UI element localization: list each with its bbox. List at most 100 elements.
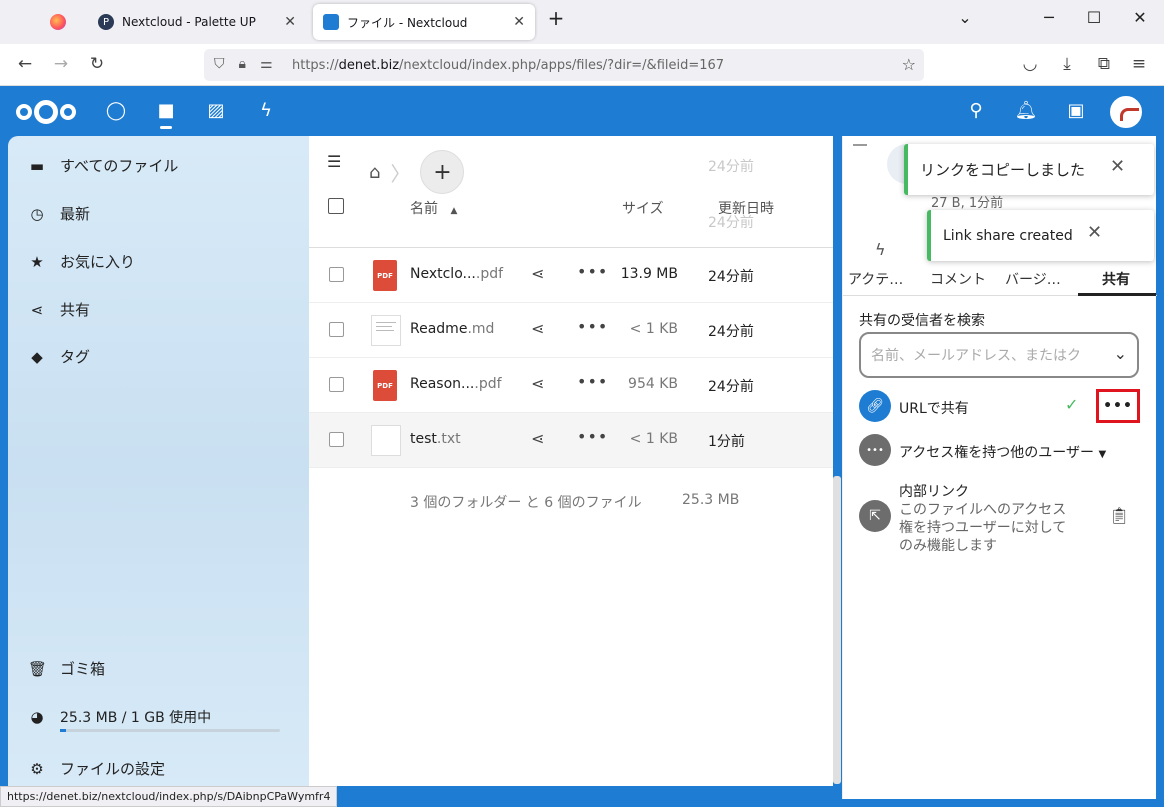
- new-tab-button[interactable]: +: [541, 6, 571, 30]
- column-size[interactable]: サイズ: [622, 198, 664, 218]
- close-icon[interactable]: ✕: [513, 14, 525, 30]
- close-icon[interactable]: ✕: [1110, 156, 1125, 177]
- dashboard-icon[interactable]: ◯: [104, 100, 128, 121]
- close-icon[interactable]: ✕: [284, 14, 296, 30]
- internal-link-title: 内部リンク: [899, 484, 969, 500]
- nav-recent[interactable]: ◷ 最新: [28, 203, 90, 224]
- pocket-icon[interactable]: ◡: [1018, 54, 1042, 74]
- nextcloud-logo[interactable]: [16, 100, 76, 124]
- chevron-down-icon[interactable]: ⌄: [1114, 344, 1127, 363]
- others-access-toggle[interactable]: アクセス権を持つ他のユーザー ▼: [899, 442, 1106, 462]
- quota-fill: [60, 729, 66, 732]
- drag-handle[interactable]: [853, 144, 867, 146]
- tab-palette-up[interactable]: P Nextcloud - Palette UP ✕: [88, 4, 306, 40]
- share-icon[interactable]: ⋖: [531, 319, 544, 338]
- url-path: /nextcloud/index.php/apps/files/?dir=/&f…: [399, 57, 725, 73]
- more-actions-icon[interactable]: •••: [577, 262, 608, 281]
- file-name[interactable]: Nextclo....pdf: [410, 266, 503, 282]
- more-actions-icon[interactable]: •••: [577, 372, 608, 391]
- table-row[interactable]: test.txt ⋖ ••• < 1 KB 1分前: [309, 413, 833, 468]
- tab-files[interactable]: ファイル - Nextcloud ✕: [313, 4, 535, 40]
- row-checkbox[interactable]: [329, 377, 344, 392]
- lock-icon[interactable]: 🔒︎: [239, 56, 246, 72]
- file-name[interactable]: Readme.md: [410, 321, 494, 337]
- row-checkbox[interactable]: [329, 432, 344, 447]
- file-name[interactable]: test.txt: [410, 431, 461, 447]
- files-app-icon[interactable]: ■: [154, 100, 178, 121]
- row-checkbox[interactable]: [329, 322, 344, 337]
- search-icon[interactable]: ⚲: [964, 100, 988, 121]
- extensions-icon[interactable]: ⧉: [1092, 54, 1116, 74]
- file-size: 954 KB: [628, 376, 678, 392]
- home-icon[interactable]: ⌂: [369, 162, 380, 183]
- url-prefix: https://: [292, 57, 339, 73]
- column-name[interactable]: 名前 ▲: [410, 198, 457, 218]
- toast-text: リンクをコピーしました: [920, 161, 1086, 179]
- share-icon[interactable]: ⋖: [531, 264, 544, 283]
- table-row[interactable]: PDF Reason....pdf ⋖ ••• 954 KB 24分前: [309, 358, 833, 413]
- toggle-navigation-icon[interactable]: ☰: [327, 152, 341, 171]
- quota-text: 25.3 MB / 1 GB 使用中: [60, 710, 212, 726]
- details-tabs: アクテ… コメント バージ… 共有: [843, 266, 1157, 296]
- row-checkbox[interactable]: [329, 267, 344, 282]
- url-bar[interactable]: ⛉ 🔒︎ ⚌ https://denet.biz/nextcloud/index…: [204, 49, 924, 81]
- bookmark-star-icon[interactable]: ☆: [902, 55, 916, 74]
- avatar[interactable]: [1110, 96, 1142, 128]
- share-search-input[interactable]: 名前、メールアドレス、またはク ⌄: [859, 332, 1139, 378]
- contacts-icon[interactable]: ▣: [1064, 100, 1088, 121]
- download-icon[interactable]: ⤓: [1055, 54, 1079, 74]
- share-more-actions-button[interactable]: •••: [1096, 389, 1140, 423]
- minimize-button[interactable]: ─: [1034, 8, 1064, 27]
- table-row[interactable]: Readme.md ⋖ ••• < 1 KB 24分前: [309, 303, 833, 358]
- nav-label: お気に入り: [60, 253, 136, 271]
- nav-all-files[interactable]: ▬ すべてのファイル: [28, 155, 178, 176]
- shield-icon[interactable]: ⛉: [214, 56, 225, 72]
- back-icon[interactable]: ←: [13, 54, 37, 74]
- tab-comments[interactable]: コメント: [930, 269, 986, 289]
- firefox-tab[interactable]: [40, 4, 84, 40]
- details-sidebar: 27 B, 1分前 リンクをコピーしました ✕ Link share creat…: [842, 136, 1157, 799]
- activity-icon[interactable]: ϟ: [254, 100, 278, 121]
- nav-tags[interactable]: ◆ タグ: [28, 346, 90, 367]
- notifications-icon[interactable]: 🔔︎: [1014, 100, 1038, 121]
- file-date: 24分前: [708, 269, 754, 285]
- document-thumbnail-icon: [371, 315, 401, 346]
- column-modified[interactable]: 更新日時: [718, 198, 774, 218]
- star-icon: ★: [30, 252, 44, 271]
- menu-icon[interactable]: ≡: [1127, 54, 1151, 74]
- reload-icon[interactable]: ↻: [85, 54, 109, 74]
- clipboard-icon[interactable]: 📋︎: [1109, 506, 1129, 525]
- nav-trash[interactable]: 🗑︎ ゴミ箱: [28, 658, 105, 679]
- close-icon[interactable]: ✕: [1087, 222, 1102, 243]
- more-actions-icon[interactable]: •••: [577, 317, 608, 336]
- nav-shares[interactable]: ⋖ 共有: [28, 299, 90, 320]
- link-status-bar: https://denet.biz/nextcloud/index.php/s/…: [0, 786, 338, 807]
- maximize-button[interactable]: ☐: [1079, 8, 1109, 27]
- tab-list-icon[interactable]: ⌄: [950, 8, 980, 27]
- tab-versions[interactable]: バージ…: [1005, 269, 1061, 289]
- table-row[interactable]: PDF Nextclo....pdf ⋖ ••• 13.9 MB 24分前: [309, 248, 833, 303]
- column-name-label: 名前: [410, 201, 438, 217]
- select-all-checkbox[interactable]: [328, 198, 344, 214]
- new-file-button[interactable]: +: [420, 150, 465, 194]
- more-actions-icon[interactable]: •••: [577, 427, 608, 446]
- nav-label: 最新: [60, 205, 91, 223]
- tab-sharing[interactable]: 共有: [1102, 269, 1130, 289]
- nav-label: すべてのファイル: [60, 157, 179, 175]
- photos-icon[interactable]: ▨: [204, 100, 228, 121]
- nav-files-settings[interactable]: ⚙ ファイルの設定: [28, 758, 165, 779]
- gear-icon: ⚙: [30, 759, 44, 778]
- more-icon: •••: [859, 434, 891, 466]
- quota-progress: [60, 729, 280, 732]
- forward-icon[interactable]: →: [49, 54, 73, 74]
- share-icon[interactable]: ⋖: [531, 429, 544, 448]
- external-link-icon: ⇱: [859, 500, 891, 532]
- share-search-label: 共有の受信者を検索: [859, 313, 985, 329]
- nav-favorites[interactable]: ★ お気に入り: [28, 251, 135, 272]
- file-name[interactable]: Reason....pdf: [410, 376, 502, 392]
- permissions-icon[interactable]: ⚌: [260, 56, 273, 72]
- share-icon[interactable]: ⋖: [531, 374, 544, 393]
- tab-activity[interactable]: アクテ…: [848, 269, 903, 289]
- scrollbar[interactable]: [833, 476, 841, 784]
- close-window-button[interactable]: ✕: [1125, 8, 1155, 27]
